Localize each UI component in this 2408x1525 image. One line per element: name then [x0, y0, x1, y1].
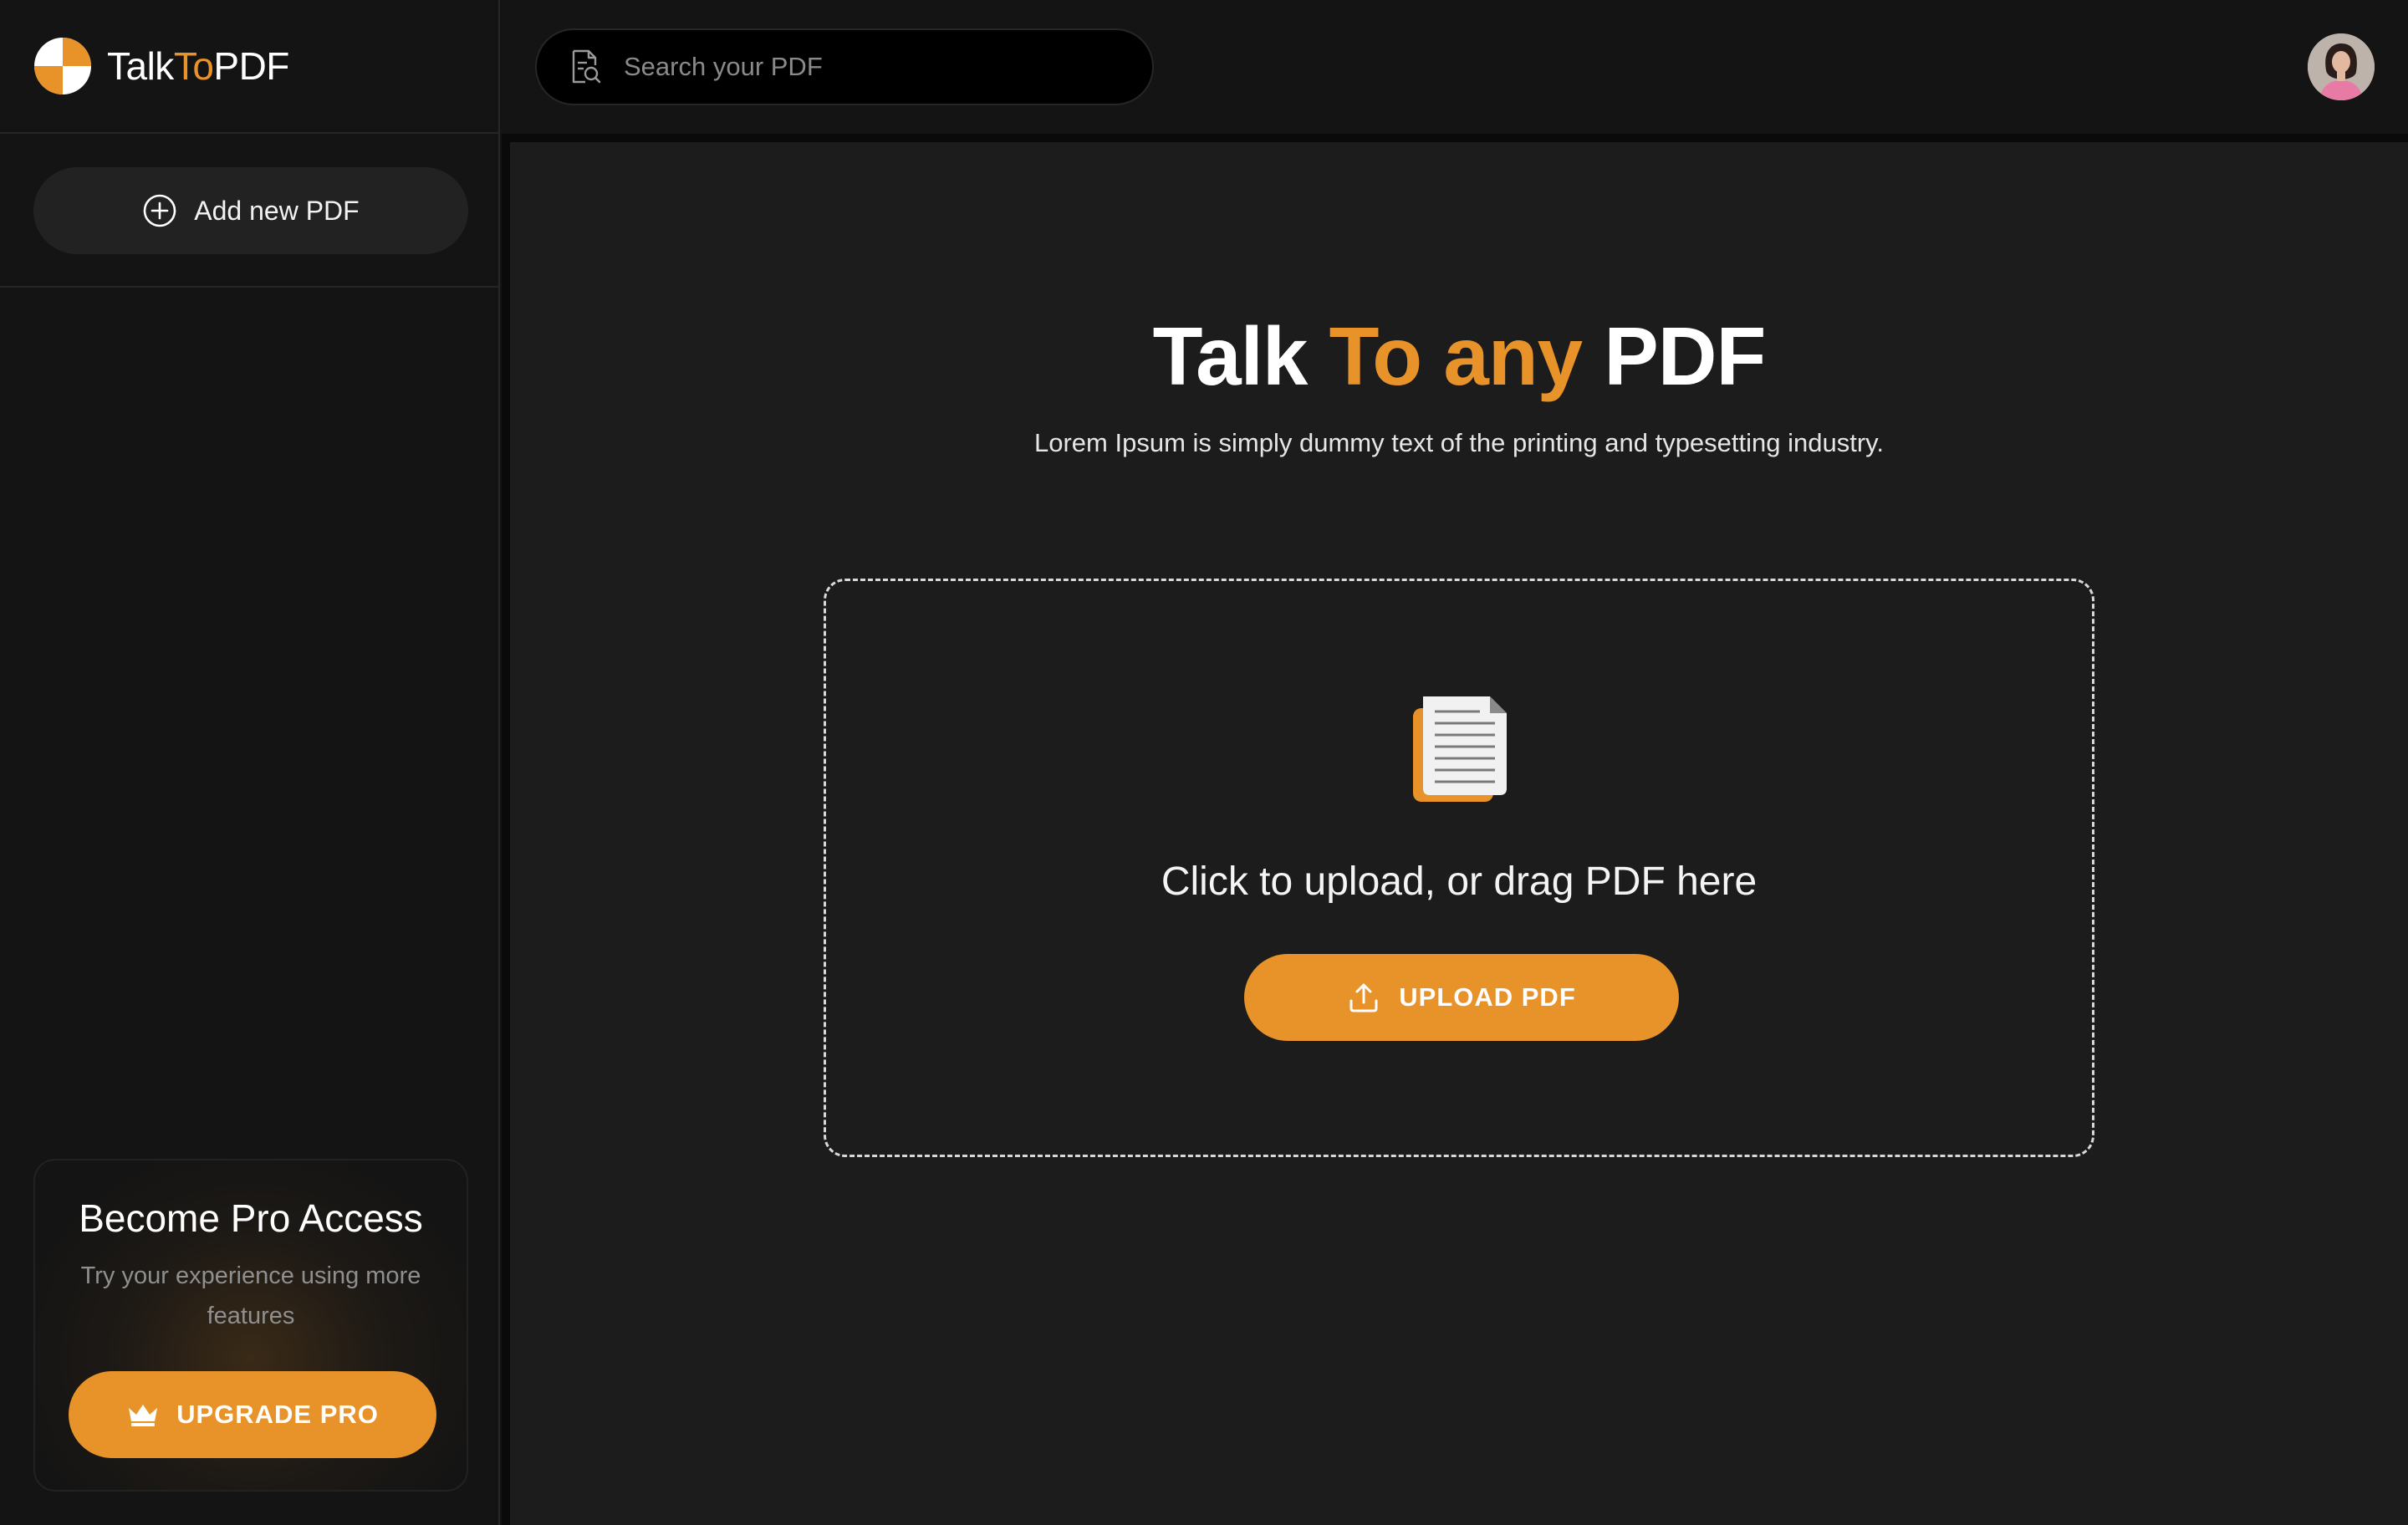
add-new-pdf-button[interactable]: Add new PDF: [33, 167, 468, 254]
upload-icon: [1349, 983, 1378, 1012]
pdf-dropzone[interactable]: Click to upload, or drag PDF here UPLOAD…: [824, 579, 2094, 1157]
user-avatar[interactable]: [2308, 33, 2375, 100]
top-bar: [502, 0, 2408, 134]
upload-pdf-label: UPLOAD PDF: [1399, 982, 1576, 1012]
app-window: TalkToPDF Add new PDF Become Pro Access …: [0, 0, 2408, 1525]
page-subtitle: Lorem Ipsum is simply dummy text of the …: [1034, 428, 1884, 457]
sidebar: TalkToPDF Add new PDF Become Pro Access …: [0, 0, 500, 1525]
pro-card-subtitle: Try your experience using more features: [80, 1262, 421, 1329]
add-pdf-section: Add new PDF: [0, 134, 500, 288]
brand-name: TalkToPDF: [107, 44, 289, 88]
add-new-pdf-label: Add new PDF: [194, 195, 360, 226]
plus-circle-icon: [143, 194, 176, 227]
quartered-circle-logo-icon: [34, 38, 91, 94]
pro-card-title: Become Pro Access: [79, 1196, 423, 1240]
search-input[interactable]: [624, 52, 1092, 82]
document-icon: [1413, 696, 1507, 802]
document-search-icon: [572, 49, 601, 84]
upgrade-pro-button[interactable]: UPGRADE PRO: [69, 1371, 436, 1458]
avatar-image-icon: [2308, 33, 2375, 100]
main-frame-left: [502, 134, 510, 1525]
dropzone-instruction: Click to upload, or drag PDF here: [1161, 859, 1758, 904]
upgrade-pro-label: UPGRADE PRO: [176, 1400, 379, 1429]
search-box[interactable]: [535, 28, 1154, 105]
crown-icon: [129, 1405, 158, 1426]
main-frame-top: [502, 134, 2408, 142]
brand-logo[interactable]: TalkToPDF: [0, 0, 500, 134]
main-content: Talk To any PDF Lorem Ipsum is simply du…: [510, 142, 2408, 1525]
page-headline: Talk To any PDF: [1152, 310, 1767, 402]
upload-pdf-button[interactable]: UPLOAD PDF: [1244, 954, 1679, 1041]
pro-access-card: Become Pro Access Try your experience us…: [33, 1159, 468, 1492]
